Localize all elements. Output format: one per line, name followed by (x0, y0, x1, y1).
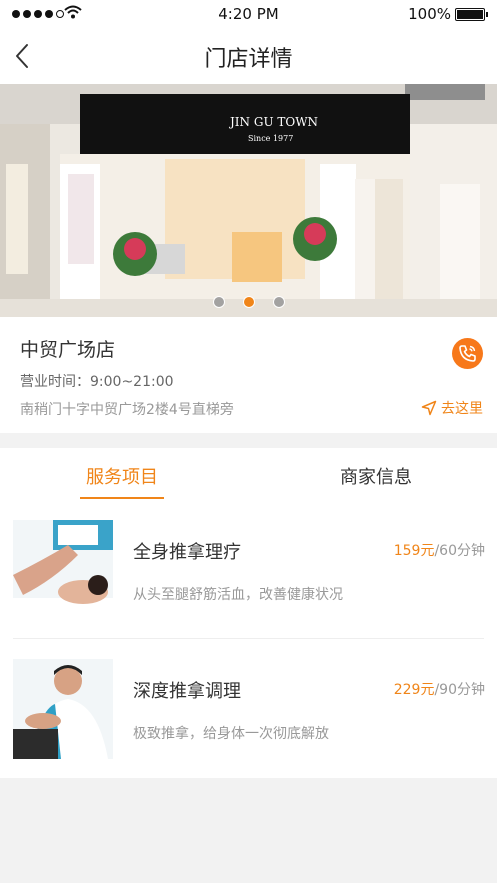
tab-bar: 服务项目 商家信息 (0, 448, 497, 500)
carousel-dot-active[interactable] (242, 296, 255, 308)
store-banner-carousel[interactable]: JIN GU TOWN Since 1977 (0, 84, 497, 317)
page-title: 门店详情 (204, 47, 293, 72)
store-address: 南稍门十字中贸广场2楼4号直梯旁 (20, 402, 234, 418)
service-price: 159元/60分钟 (393, 543, 485, 559)
directions-link[interactable]: 去这里 (421, 398, 483, 418)
service-name: 全身推拿理疗 (133, 542, 241, 563)
carousel-dot[interactable] (212, 296, 225, 308)
store-info-card: 中贸广场店 营业时间：9:00~21:00 南稍门十字中贸广场2楼4号直梯旁 去… (0, 317, 497, 433)
tab-merchant-info[interactable]: 商家信息 (296, 463, 456, 489)
service-item[interactable]: 深度推拿调理 229元/90分钟 极致推拿，给身体一次彻底解放 (0, 639, 497, 778)
carousel-indicators (0, 296, 497, 308)
store-photo: JIN GU TOWN Since 1977 (0, 84, 497, 317)
battery-percentage: 100% (408, 5, 451, 23)
status-bar: 4:20 PM 100% (0, 0, 497, 28)
active-tab-underline (80, 497, 164, 499)
phone-icon (459, 345, 476, 362)
store-name: 中贸广场店 (20, 339, 116, 361)
navigation-arrow-icon (421, 400, 437, 416)
directions-label: 去这里 (441, 401, 483, 417)
store-sign-text: JIN GU TOWN (228, 115, 318, 129)
call-button[interactable] (452, 338, 483, 369)
service-name: 深度推拿调理 (133, 681, 241, 702)
battery-icon (455, 8, 488, 21)
service-description: 极致推拿，给身体一次彻底解放 (133, 726, 329, 742)
store-hours: 营业时间：9:00~21:00 (20, 374, 174, 390)
service-list: 全身推拿理疗 159元/60分钟 从头至腿舒筋活血，改善健康状况 深度推拿调理 … (0, 500, 497, 778)
service-thumbnail (13, 520, 113, 620)
store-sign-subtext: Since 1977 (248, 134, 293, 143)
service-description: 从头至腿舒筋活血，改善健康状况 (133, 587, 343, 603)
service-price: 229元/90分钟 (393, 682, 485, 698)
service-thumbnail (13, 659, 113, 759)
nav-bar: 门店详情 (0, 28, 497, 84)
carousel-dot[interactable] (272, 296, 285, 308)
tab-services[interactable]: 服务项目 (42, 463, 202, 489)
service-item[interactable]: 全身推拿理疗 159元/60分钟 从头至腿舒筋活血，改善健康状况 (0, 500, 497, 639)
